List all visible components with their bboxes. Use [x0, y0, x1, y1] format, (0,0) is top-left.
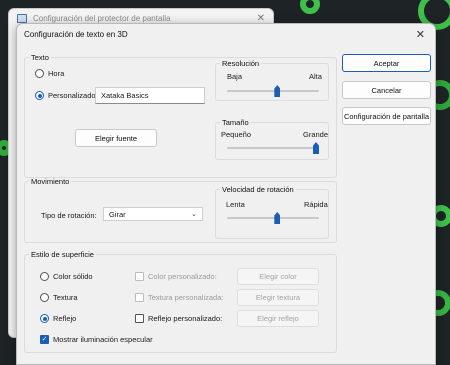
- tamano-slider[interactable]: [227, 142, 319, 154]
- check-mostrar-iluminacion[interactable]: ✓ Mostrar iluminación especular: [40, 335, 153, 344]
- tamano-high-label: Grande: [303, 130, 329, 139]
- check-color-personalizado-label: Color personalizado:: [148, 272, 217, 281]
- texto-legend: Texto: [31, 53, 49, 62]
- radio-textura[interactable]: Textura: [40, 293, 78, 302]
- resolucion-high-label: Alta: [309, 72, 322, 81]
- radio-personalizado[interactable]: Personalizado:: [35, 91, 98, 100]
- slider-thumb[interactable]: [313, 142, 319, 154]
- chevron-down-icon: ⌄: [191, 211, 197, 218]
- check-reflejo-personalizado-label: Reflejo personalizado:: [148, 314, 223, 323]
- slider-track: [227, 147, 319, 149]
- check-textura-personalizada-label: Textura personalizada:: [148, 293, 224, 302]
- velocidad-low-label: Lenta: [226, 200, 245, 209]
- radio-hora-indicator[interactable]: [35, 69, 44, 78]
- check-mostrar-iluminacion-label: Mostrar iluminación especular: [53, 335, 153, 344]
- slider-thumb[interactable]: [274, 212, 281, 224]
- check-color-personalizado-box[interactable]: [135, 272, 144, 281]
- tamano-low-label: Pequeño: [221, 130, 252, 139]
- text3d-settings-dialog: Configuración de texto en 3D ✕ Texto Hor…: [16, 23, 436, 365]
- elegir-fuente-button[interactable]: Elegir fuente: [75, 129, 157, 147]
- checkmark-icon[interactable]: ✓: [40, 335, 49, 344]
- tipo-rotacion-value: Girar: [109, 209, 126, 219]
- dialog-titlebar: Configuración de texto en 3D ✕: [17, 24, 435, 44]
- custom-text-input[interactable]: Xataka Basics: [95, 87, 205, 104]
- check-reflejo-personalizado-box[interactable]: [135, 314, 144, 323]
- background-decoration: [300, 0, 320, 14]
- radio-personalizado-label: Personalizado:: [48, 91, 98, 100]
- check-color-personalizado[interactable]: Color personalizado:: [135, 272, 217, 281]
- aceptar-button[interactable]: Aceptar: [342, 54, 431, 72]
- radio-color-solido[interactable]: Color sólido: [40, 272, 93, 281]
- elegir-reflejo-button[interactable]: Elegir reflejo: [237, 310, 319, 327]
- radio-reflejo[interactable]: Reflejo: [40, 314, 76, 323]
- check-textura-personalizada[interactable]: Textura personalizada:: [135, 293, 223, 302]
- radio-hora[interactable]: Hora: [35, 69, 64, 78]
- tamano-legend: Tamaño: [222, 118, 249, 127]
- resolucion-low-label: Baja: [227, 72, 243, 81]
- tipo-rotacion-label: Tipo de rotación:: [41, 211, 97, 220]
- radio-hora-label: Hora: [48, 69, 65, 78]
- estilo-legend: Estilo de superficie: [31, 250, 94, 259]
- screensaver-window-title: Configuración del protector de pantalla: [33, 13, 171, 23]
- velocidad-high-label: Rápida: [304, 200, 328, 209]
- radio-reflejo-indicator[interactable]: [40, 314, 49, 323]
- resolucion-legend: Resolución: [222, 59, 260, 68]
- tipo-rotacion-select[interactable]: Girar ⌄: [103, 207, 203, 221]
- configuracion-pantalla-button[interactable]: Configuración de pantalla: [342, 107, 431, 125]
- radio-reflejo-label: Reflejo: [53, 314, 77, 323]
- velocidad-legend: Velocidad de rotación: [222, 185, 294, 194]
- elegir-textura-button[interactable]: Elegir textura: [237, 289, 319, 306]
- check-textura-personalizada-box[interactable]: [135, 293, 144, 302]
- radio-color-solido-label: Color sólido: [53, 272, 93, 281]
- radio-textura-indicator[interactable]: [40, 293, 49, 302]
- slider-track: [227, 90, 319, 92]
- check-reflejo-personalizado[interactable]: Reflejo personalizado:: [135, 314, 222, 323]
- movimiento-legend: Movimiento: [31, 177, 70, 186]
- slider-thumb[interactable]: [274, 85, 281, 97]
- close-icon[interactable]: ✕: [257, 13, 265, 24]
- close-icon[interactable]: ✕: [416, 28, 425, 41]
- elegir-color-button[interactable]: Elegir color: [237, 268, 319, 285]
- monitor-icon: [17, 13, 27, 23]
- radio-personalizado-indicator[interactable]: [35, 91, 44, 100]
- radio-color-solido-indicator[interactable]: [40, 272, 49, 281]
- resolucion-slider[interactable]: [227, 85, 319, 97]
- radio-textura-label: Textura: [53, 293, 78, 302]
- velocidad-slider[interactable]: [227, 212, 319, 224]
- dialog-title: Configuración de texto en 3D: [24, 29, 128, 39]
- cancelar-button[interactable]: Cancelar: [342, 81, 431, 99]
- slider-track: [227, 217, 319, 219]
